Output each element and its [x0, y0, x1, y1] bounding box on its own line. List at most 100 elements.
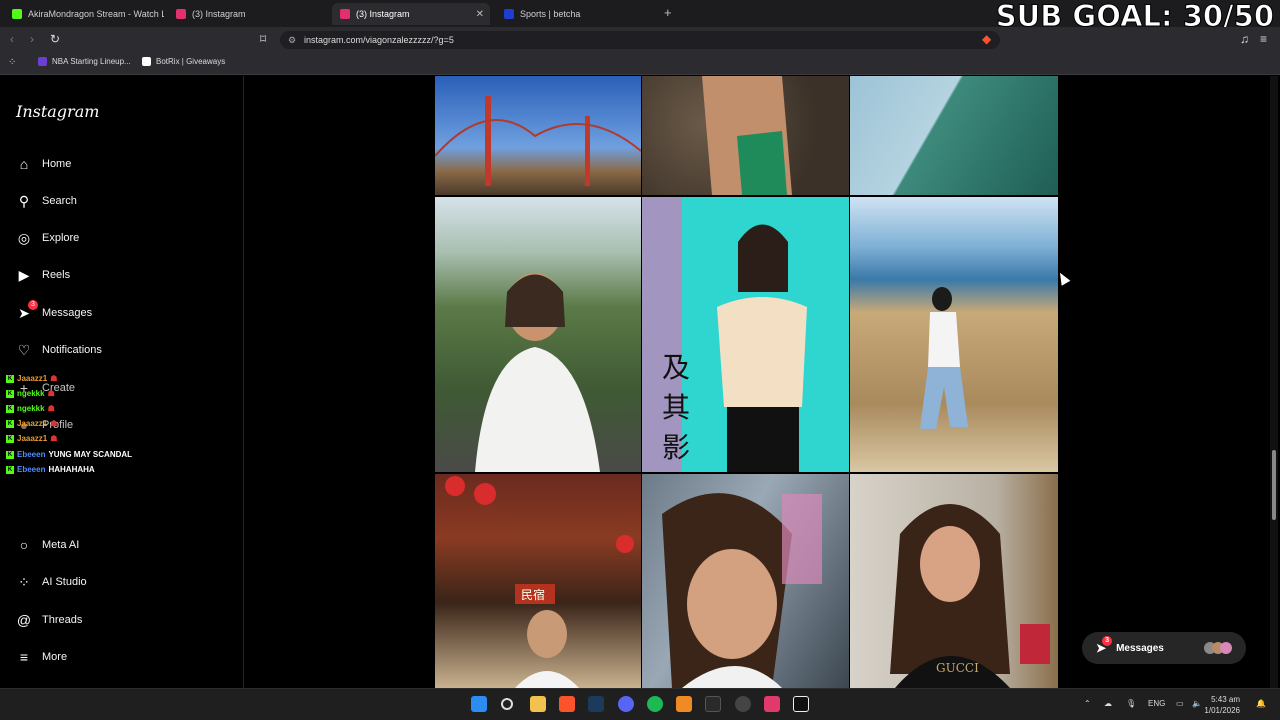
- bookmark-label: BotRix | Giveaways: [156, 57, 226, 66]
- bridge-image: [435, 96, 641, 186]
- tray-overflow-icon[interactable]: ⌃: [1084, 699, 1091, 708]
- post-thumbnail[interactable]: [642, 474, 849, 688]
- sidebar-item-label: Home: [42, 158, 72, 170]
- emote-icon: ☗: [50, 374, 58, 383]
- sidebar-item-explore[interactable]: ◎ Explore: [16, 230, 79, 246]
- browser-tab-active[interactable]: (3) Instagram ✕: [332, 3, 490, 25]
- svg-text:其: 其: [662, 391, 690, 424]
- sidebar-item-ai-studio[interactable]: ⁘ AI Studio: [16, 574, 87, 590]
- sidebar-item-label: More: [42, 651, 68, 663]
- media-icon[interactable]: ♫: [1240, 32, 1249, 46]
- sidebar-item-meta-ai[interactable]: ○ Meta AI: [16, 537, 80, 553]
- system-clock[interactable]: 5:43 am 1/01/2026: [1204, 694, 1240, 716]
- kick-badge-icon: K: [6, 389, 14, 398]
- messages-pill[interactable]: ➤ 3 Messages: [1082, 632, 1246, 664]
- post-thumbnail[interactable]: 民宿: [435, 474, 641, 688]
- messenger-icon: ➤ 3: [1096, 636, 1113, 655]
- microphone-icon[interactable]: 🎙: [1126, 699, 1136, 708]
- chat-text: HAHAHAHA: [48, 465, 95, 474]
- post-thumbnail[interactable]: GUCCI: [850, 474, 1058, 688]
- url-field[interactable]: ⚙ instagram.com/viagonzalezzzzz/?g=5: [280, 31, 1000, 49]
- sidebar-item-more[interactable]: ≡ More: [16, 649, 67, 665]
- person-image: 及 其 影: [642, 197, 807, 472]
- bookmarks-bar: ⁘ NBA Starting Lineup... BotRix | Giveaw…: [0, 53, 1280, 75]
- url-text: instagram.com/viagonzalezzzzz/?g=5: [304, 35, 454, 45]
- brave-browser-icon[interactable]: [559, 696, 575, 712]
- chat-message: K Ebeeen YUNG MAY SCANDAL: [6, 450, 132, 459]
- app-icon[interactable]: [676, 696, 692, 712]
- sidebar-item-reels[interactable]: ▶ Reels: [16, 267, 71, 283]
- onedrive-icon[interactable]: ☁: [1104, 699, 1112, 708]
- ai-studio-icon: ⁘: [18, 573, 30, 590]
- browser-tab[interactable]: (3) Instagram: [168, 3, 328, 25]
- post-thumbnail[interactable]: 及 其 影: [642, 197, 849, 472]
- post-thumbnail[interactable]: [642, 76, 849, 195]
- hamburger-icon: ≡: [19, 649, 29, 665]
- sidebar-item-messages[interactable]: ➤ 3 Messages: [16, 300, 92, 321]
- chat-username: ngekkk: [17, 389, 45, 398]
- reload-icon[interactable]: ↻: [50, 32, 60, 46]
- threads-icon: @: [16, 612, 32, 628]
- forward-icon[interactable]: ›: [30, 32, 34, 46]
- search-icon[interactable]: [501, 698, 513, 710]
- post-thumbnail[interactable]: [850, 76, 1058, 195]
- scrollbar-thumb[interactable]: [1272, 450, 1276, 520]
- unread-badge: 3: [28, 300, 38, 310]
- sidebar-item-notifications[interactable]: ♡ Notifications: [16, 342, 102, 358]
- address-bar-row: ‹ › ↻ ⌑ ⚙ instagram.com/viagonzalezzzzz/…: [0, 27, 1280, 53]
- emote-icon: ☗: [50, 434, 58, 443]
- language-indicator[interactable]: ENG: [1148, 699, 1165, 708]
- network-icon[interactable]: ▭: [1176, 699, 1184, 708]
- chat-message: K ngekkk ☗: [6, 389, 55, 398]
- spotify-icon[interactable]: [647, 696, 663, 712]
- avatar: [1203, 642, 1232, 654]
- notification-icon[interactable]: 🔔: [1256, 699, 1266, 708]
- instagram-logo[interactable]: Instagram: [16, 102, 99, 121]
- file-explorer-icon[interactable]: [530, 696, 546, 712]
- menu-icon[interactable]: ≡: [1260, 32, 1267, 46]
- sidebar-item-home[interactable]: ⌂ Home: [16, 156, 72, 172]
- windows-start-icon[interactable]: [471, 696, 487, 712]
- new-tab-button[interactable]: +: [664, 5, 672, 20]
- bookmark-item[interactable]: BotRix | Giveaways: [142, 57, 225, 66]
- post-thumbnail[interactable]: [435, 197, 641, 472]
- browser-tab[interactable]: AkiraMondragon Stream - Watch Live: [4, 3, 164, 25]
- volume-icon[interactable]: 🔈: [1192, 699, 1202, 708]
- chat-text: YUNG MAY SCANDAL: [48, 450, 133, 459]
- page-scrollbar[interactable]: [1270, 76, 1278, 688]
- sidebar-item-threads[interactable]: @ Threads: [16, 612, 82, 628]
- site-info-icon[interactable]: ⚙: [288, 31, 296, 49]
- capcut-icon[interactable]: [793, 696, 809, 712]
- chat-username: Jaaazz1: [17, 434, 48, 443]
- discord-icon[interactable]: [618, 696, 634, 712]
- app-icon[interactable]: [735, 696, 751, 712]
- kick-badge-icon: K: [6, 465, 14, 474]
- bookmark-item[interactable]: NBA Starting Lineup...: [38, 57, 131, 66]
- person-image: [662, 493, 822, 688]
- post-thumbnail[interactable]: [435, 76, 641, 195]
- sidebar-item-search[interactable]: ⚲ Search: [16, 193, 77, 209]
- svg-text:民宿: 民宿: [521, 587, 545, 602]
- messages-pill-label: Messages: [1116, 642, 1164, 654]
- sidebar-item-label: Meta AI: [42, 539, 80, 551]
- svg-text:GUCCI: GUCCI: [936, 661, 979, 675]
- back-icon[interactable]: ‹: [10, 32, 14, 46]
- bookmark-icon[interactable]: ⌑: [260, 32, 266, 46]
- avatar: [1219, 642, 1232, 654]
- chat-message: K Jaaazz1 ☗: [6, 374, 57, 383]
- person-image: [702, 76, 792, 195]
- clock-time: 5:43 am: [1211, 695, 1240, 704]
- sidebar-item-label: Threads: [42, 614, 83, 626]
- post-thumbnail[interactable]: [850, 197, 1058, 472]
- kick-badge-icon: K: [6, 450, 14, 459]
- close-tab-icon[interactable]: ✕: [476, 9, 484, 20]
- sidebar-item-label: Explore: [42, 232, 80, 244]
- apps-icon[interactable]: ⁘: [8, 57, 16, 68]
- emote-icon: ☗: [50, 419, 58, 428]
- app-icon[interactable]: [764, 696, 780, 712]
- profile-main: 及 其 影 民宿 GUCCI: [244, 76, 1268, 688]
- steam-icon[interactable]: [588, 696, 604, 712]
- brave-shield-icon[interactable]: ◆: [982, 32, 991, 46]
- terminal-icon[interactable]: [705, 696, 721, 712]
- browser-tab[interactable]: Sports | betcha: [496, 3, 656, 25]
